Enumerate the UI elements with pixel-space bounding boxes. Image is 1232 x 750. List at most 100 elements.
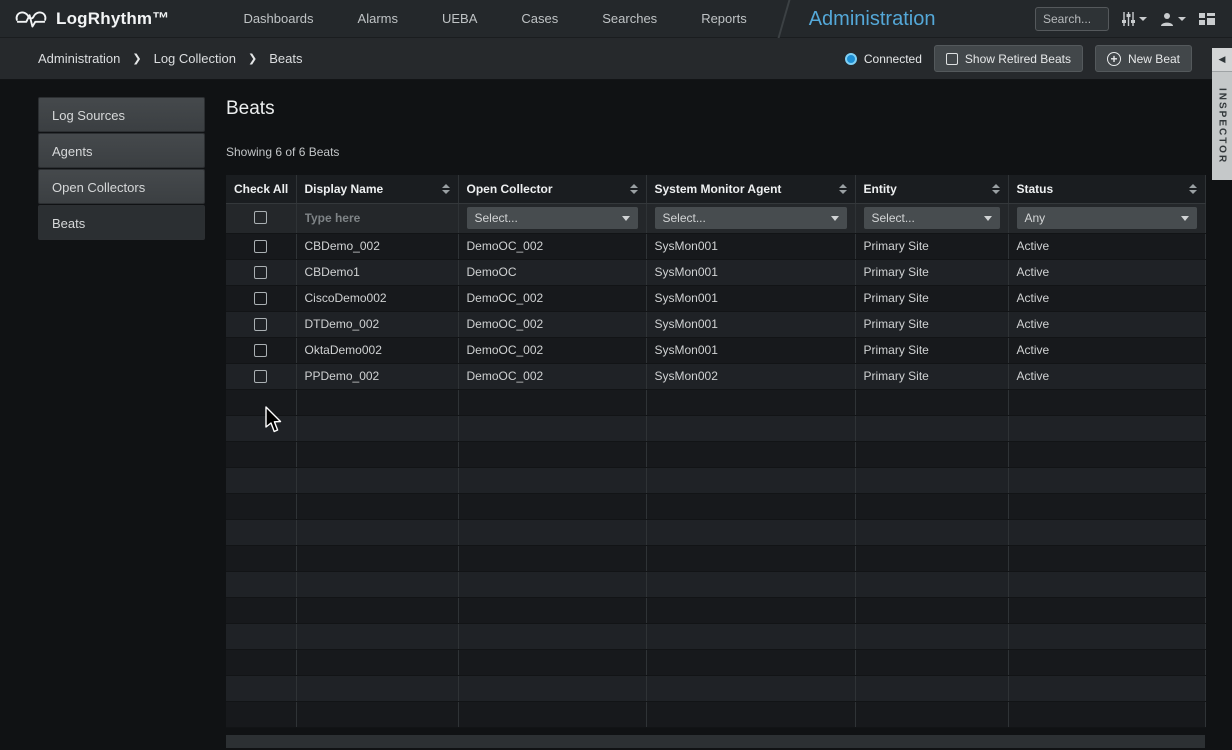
connection-status: Connected (845, 52, 922, 66)
sort-icon[interactable] (992, 184, 1000, 194)
sort-icon[interactable] (442, 184, 450, 194)
cell-display-name: CBDemo_002 (296, 233, 458, 259)
toolbar: Connected Show Retired Beats + New Beat (845, 45, 1192, 72)
open-collector-filter-select[interactable]: Select... (467, 207, 638, 229)
column-header-system-monitor-agent[interactable]: System Monitor Agent (646, 175, 855, 203)
breadcrumb-beats[interactable]: Beats (269, 51, 302, 66)
sort-icon[interactable] (630, 184, 638, 194)
sidebar-item-open-collectors[interactable]: Open Collectors (38, 169, 205, 204)
check-all-checkbox[interactable] (254, 211, 267, 224)
nav-cases[interactable]: Cases (499, 0, 580, 38)
nav-divider (777, 0, 790, 38)
cell-display-name: DTDemo_002 (296, 311, 458, 337)
search-input[interactable] (1035, 7, 1109, 31)
sidebar-item-agents[interactable]: Agents (38, 133, 205, 168)
top-nav: LogRhythm™ Dashboards Alarms UEBA Cases … (0, 0, 1232, 38)
display-name-filter-input[interactable] (305, 211, 450, 225)
cell-status: Active (1008, 337, 1205, 363)
breadcrumb-bar: Administration ❯ Log Collection ❯ Beats … (0, 38, 1232, 80)
beats-table: Check All Display Name Open Collector Sy… (226, 175, 1206, 728)
sidebar-item-log-sources[interactable]: Log Sources (38, 97, 205, 132)
cell-entity: Primary Site (855, 285, 1008, 311)
cell-agent: SysMon001 (646, 259, 855, 285)
empty-row (226, 519, 1205, 545)
topnav-right (1035, 7, 1232, 31)
cell-status: Active (1008, 311, 1205, 337)
row-checkbox[interactable] (254, 318, 267, 331)
chevron-down-icon (1178, 17, 1186, 21)
empty-row (226, 467, 1205, 493)
page-title: Beats (226, 98, 1205, 120)
inspector-collapse-icon[interactable]: ◀ (1212, 48, 1232, 72)
status-filter-select[interactable]: Any (1017, 207, 1197, 229)
empty-row (226, 441, 1205, 467)
column-header-status[interactable]: Status (1008, 175, 1205, 203)
cell-open-collector: DemoOC_002 (458, 363, 646, 389)
chevron-down-icon (622, 216, 630, 221)
connected-dot-icon (845, 53, 857, 65)
plus-circle-icon: + (1107, 52, 1121, 66)
apps-menu[interactable] (1198, 11, 1216, 27)
main-content: Beats Showing 6 of 6 Beats Check All Dis… (226, 80, 1205, 728)
cell-entity: Primary Site (855, 337, 1008, 363)
cell-status: Active (1008, 363, 1205, 389)
inspector-tab[interactable]: INSPECTOR (1212, 72, 1232, 180)
chevron-right-icon: ❯ (132, 52, 141, 65)
chevron-down-icon (984, 216, 992, 221)
primary-nav: Dashboards Alarms UEBA Cases Searches Re… (221, 0, 953, 38)
nav-searches[interactable]: Searches (580, 0, 679, 38)
cell-entity: Primary Site (855, 363, 1008, 389)
row-checkbox[interactable] (254, 344, 267, 357)
cell-status: Active (1008, 285, 1205, 311)
cell-display-name: OktaDemo002 (296, 337, 458, 363)
row-checkbox[interactable] (254, 370, 267, 383)
show-retired-beats-button[interactable]: Show Retired Beats (934, 45, 1083, 72)
sidebar-item-beats[interactable]: Beats (38, 205, 205, 240)
chevron-down-icon (1181, 216, 1189, 221)
breadcrumb: Administration ❯ Log Collection ❯ Beats (38, 51, 302, 66)
empty-row (226, 389, 1205, 415)
empty-row (226, 701, 1205, 727)
brand: LogRhythm™ (0, 7, 169, 31)
table-row: PPDemo_002DemoOC_002SysMon002Primary Sit… (226, 363, 1205, 389)
breadcrumb-log-collection[interactable]: Log Collection (154, 51, 236, 66)
show-retired-checkbox[interactable] (946, 53, 958, 65)
column-header-open-collector[interactable]: Open Collector (458, 175, 646, 203)
system-monitor-agent-filter-select[interactable]: Select... (655, 207, 847, 229)
cell-entity: Primary Site (855, 233, 1008, 259)
row-checkbox[interactable] (254, 292, 267, 305)
show-retired-label: Show Retired Beats (965, 52, 1071, 66)
filter-settings-menu[interactable] (1121, 11, 1147, 27)
row-checkbox[interactable] (254, 240, 267, 253)
cell-display-name: CBDemo1 (296, 259, 458, 285)
filter-row: Select... Select... Select... (226, 203, 1205, 233)
horizontal-scrollbar[interactable] (226, 735, 1205, 748)
logrhythm-logo-icon (14, 7, 48, 31)
brand-name: LogRhythm™ (56, 9, 169, 29)
nav-dashboards[interactable]: Dashboards (221, 0, 335, 38)
new-beat-button[interactable]: + New Beat (1095, 45, 1192, 72)
cell-agent: SysMon001 (646, 285, 855, 311)
cell-agent: SysMon001 (646, 233, 855, 259)
apps-grid-icon (1198, 11, 1216, 27)
cell-open-collector: DemoOC (458, 259, 646, 285)
connected-label: Connected (864, 52, 922, 66)
column-header-display-name[interactable]: Display Name (296, 175, 458, 203)
user-icon (1159, 11, 1175, 27)
row-checkbox[interactable] (254, 266, 267, 279)
column-header-entity[interactable]: Entity (855, 175, 1008, 203)
nav-reports[interactable]: Reports (679, 0, 769, 38)
chevron-down-icon (831, 216, 839, 221)
breadcrumb-administration[interactable]: Administration (38, 51, 120, 66)
user-menu[interactable] (1159, 11, 1186, 27)
nav-ueba[interactable]: UEBA (420, 0, 499, 38)
cell-open-collector: DemoOC_002 (458, 233, 646, 259)
entity-filter-select[interactable]: Select... (864, 207, 1000, 229)
nav-alarms[interactable]: Alarms (336, 0, 420, 38)
cell-entity: Primary Site (855, 311, 1008, 337)
sort-icon[interactable] (1189, 184, 1197, 194)
sort-icon[interactable] (839, 184, 847, 194)
empty-row (226, 597, 1205, 623)
nav-administration[interactable]: Administration (791, 0, 954, 38)
empty-row (226, 571, 1205, 597)
